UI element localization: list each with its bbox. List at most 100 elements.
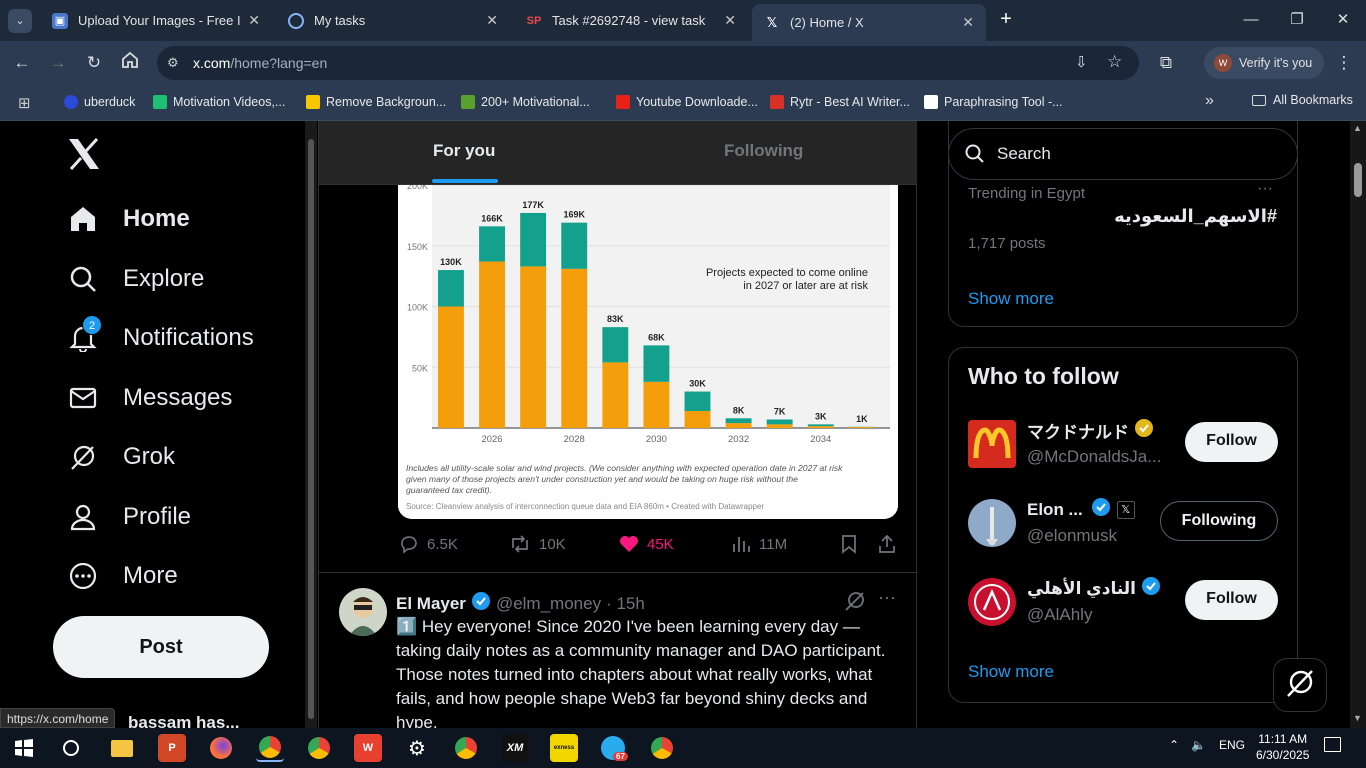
bookmark-motivational[interactable]: 200+ Motivational... bbox=[461, 93, 590, 111]
address-bar[interactable]: ⚙ x.com/home?lang=en ⇩ ☆ bbox=[157, 46, 1139, 80]
extensions-icon[interactable]: ⧉ bbox=[1154, 51, 1178, 75]
scroll-up-icon[interactable]: ▲ bbox=[1353, 123, 1362, 133]
views-button[interactable]: 11M bbox=[731, 529, 787, 559]
chrome-window-icon[interactable] bbox=[648, 734, 676, 762]
show-more-link[interactable]: Show more bbox=[968, 662, 1054, 682]
tray-expand-icon[interactable]: ⌃ bbox=[1169, 738, 1179, 752]
post-button[interactable]: Post bbox=[53, 616, 269, 678]
minimize-icon[interactable]: — bbox=[1236, 8, 1266, 32]
forward-icon[interactable]: → bbox=[46, 51, 70, 75]
bar-segment bbox=[725, 423, 752, 428]
wps-office-icon[interactable]: W bbox=[354, 734, 382, 762]
bookmark-remove-background[interactable]: Remove Backgroun... bbox=[306, 93, 446, 111]
browser-menu-icon[interactable]: ⋮ bbox=[1332, 51, 1356, 75]
nav-messages[interactable]: Messages bbox=[68, 378, 232, 418]
home-icon[interactable] bbox=[118, 51, 142, 75]
account-switcher[interactable]: bassam has... bbox=[128, 713, 240, 728]
repost-button[interactable]: 10K bbox=[509, 529, 566, 559]
trend-more-icon[interactable]: ··· bbox=[1257, 180, 1273, 198]
close-tab-icon[interactable]: ✕ bbox=[248, 12, 260, 29]
more-options-icon[interactable]: ··· bbox=[878, 587, 896, 608]
follow-suggestion[interactable]: Elon ... 𝕏 @elonmusk Following bbox=[949, 485, 1297, 563]
close-tab-icon[interactable]: ✕ bbox=[486, 12, 498, 29]
back-icon[interactable]: ← bbox=[10, 51, 34, 75]
bookmark-uberduck[interactable]: uberduck bbox=[64, 93, 135, 111]
all-bookmarks-folder[interactable]: All Bookmarks bbox=[1252, 93, 1353, 107]
bookmark-motivation-videos[interactable]: Motivation Videos,... bbox=[153, 93, 285, 111]
bookmark-star-icon[interactable]: ☆ bbox=[1107, 52, 1122, 72]
volume-icon[interactable]: 🔈 bbox=[1191, 738, 1206, 752]
reload-icon[interactable]: ↻ bbox=[82, 51, 106, 75]
clock[interactable]: 11:11 AM 6/30/2025 bbox=[1256, 731, 1309, 763]
like-button[interactable]: 45K bbox=[619, 529, 674, 559]
search-input[interactable]: Search bbox=[948, 128, 1298, 180]
settings-gear-icon[interactable]: ⚙ bbox=[403, 734, 431, 762]
nav-grok[interactable]: Grok bbox=[68, 437, 175, 477]
nav-explore[interactable]: Explore bbox=[68, 259, 204, 299]
tweet-time[interactable]: · 15h bbox=[606, 594, 645, 614]
wps-presentation-icon[interactable]: P bbox=[158, 734, 186, 762]
nav-more[interactable]: More bbox=[68, 556, 178, 596]
scroll-down-icon[interactable]: ▼ bbox=[1353, 713, 1362, 723]
nav-home[interactable]: Home bbox=[68, 199, 190, 239]
exness-app-icon[interactable]: exness bbox=[550, 734, 578, 762]
scrollbar-thumb[interactable] bbox=[1354, 163, 1362, 197]
tab-search-button[interactable]: ⌄ bbox=[8, 9, 32, 33]
apps-grid-icon[interactable]: ⊞ bbox=[18, 94, 31, 112]
nav-notifications[interactable]: 2 Notifications bbox=[68, 315, 254, 358]
trend-title[interactable]: #الاسهم_السعوديه bbox=[1114, 206, 1277, 227]
page-scrollbar[interactable]: ▲ ▼ bbox=[1350, 121, 1366, 728]
tab-for-you[interactable]: For you bbox=[433, 141, 495, 161]
close-window-icon[interactable]: ✕ bbox=[1328, 8, 1358, 32]
bookmark-youtube-downloader[interactable]: Youtube Downloade... bbox=[616, 93, 758, 111]
firefox-icon[interactable] bbox=[207, 734, 235, 762]
author-name[interactable]: El Mayer bbox=[396, 594, 466, 614]
sidebar-scrollbar[interactable] bbox=[305, 121, 317, 728]
author-handle[interactable]: @elm_money bbox=[496, 594, 601, 614]
tweet-chart-image[interactable]: 50K 100K 150K 200K 130K 166K 2026 177K 169K 2028 8… bbox=[398, 185, 898, 519]
notification-center-icon[interactable] bbox=[1324, 737, 1341, 755]
install-app-icon[interactable]: ⇩ bbox=[1075, 53, 1088, 71]
browser-tab-upload-images[interactable]: ▣ Upload Your Images - Free Imag ✕ bbox=[40, 4, 272, 37]
chrome-icon[interactable] bbox=[305, 734, 333, 762]
file-explorer-icon[interactable] bbox=[108, 734, 136, 762]
bookmark-button[interactable] bbox=[840, 529, 866, 559]
new-tab-button[interactable]: + bbox=[996, 8, 1016, 32]
browser-tab-x-home[interactable]: 𝕏 (2) Home / X ✕ bbox=[752, 4, 986, 41]
grok-icon[interactable] bbox=[844, 590, 866, 617]
search-circle-icon[interactable] bbox=[57, 734, 85, 762]
chrome-profile-icon[interactable] bbox=[256, 734, 284, 762]
browser-tab-my-tasks[interactable]: My tasks ✕ bbox=[276, 4, 510, 37]
following-button[interactable]: Following bbox=[1160, 501, 1278, 541]
tweet[interactable]: El Mayer @elm_money · 15h ··· 1️⃣ Hey ev… bbox=[319, 573, 917, 728]
bookmark-paraphrasing-tool[interactable]: Paraphrasing Tool -... bbox=[924, 93, 1063, 111]
language-indicator[interactable]: ENG bbox=[1219, 738, 1245, 752]
close-tab-icon[interactable]: ✕ bbox=[962, 14, 974, 31]
share-button[interactable] bbox=[877, 529, 905, 559]
bookmark-rytr[interactable]: Rytr - Best AI Writer... bbox=[770, 93, 910, 111]
telegram-icon[interactable]: 67 bbox=[599, 734, 628, 762]
follow-button[interactable]: Follow bbox=[1185, 580, 1278, 620]
bar-segment bbox=[766, 419, 793, 425]
stacked-bar-chart: 50K 100K 150K 200K 130K 166K 2026 177K 169K 2028 8… bbox=[398, 185, 898, 519]
restore-icon[interactable]: ❐ bbox=[1282, 8, 1312, 32]
browser-tab-task-view[interactable]: SP Task #2692748 - view task ✕ bbox=[514, 4, 748, 37]
windows-start-icon[interactable] bbox=[10, 734, 38, 762]
x-logo-icon[interactable] bbox=[67, 137, 101, 175]
show-more-link[interactable]: Show more bbox=[968, 289, 1054, 309]
chrome-app-icon[interactable] bbox=[452, 734, 480, 762]
verify-profile-button[interactable]: W Verify it's you bbox=[1204, 47, 1324, 79]
follow-suggestion[interactable]: النادي الأهلي @AlAhly Follow bbox=[949, 564, 1297, 642]
site-info-icon[interactable]: ⚙ bbox=[167, 55, 179, 71]
tweet-header: El Mayer @elm_money · 15h bbox=[396, 591, 645, 616]
follow-button[interactable]: Follow bbox=[1185, 422, 1278, 462]
follow-suggestion[interactable]: マクドナルド @McDonaldsJa... Follow bbox=[949, 406, 1297, 484]
reply-button[interactable]: 6.5K bbox=[399, 529, 458, 559]
xm-app-icon[interactable]: XM bbox=[501, 734, 529, 762]
more-bookmarks-button[interactable]: » bbox=[1205, 92, 1214, 110]
nav-profile[interactable]: Profile bbox=[68, 497, 191, 537]
close-tab-icon[interactable]: ✕ bbox=[724, 12, 736, 29]
grok-fab-button[interactable] bbox=[1273, 658, 1327, 712]
tab-following[interactable]: Following bbox=[724, 141, 803, 161]
avatar[interactable] bbox=[339, 588, 387, 636]
